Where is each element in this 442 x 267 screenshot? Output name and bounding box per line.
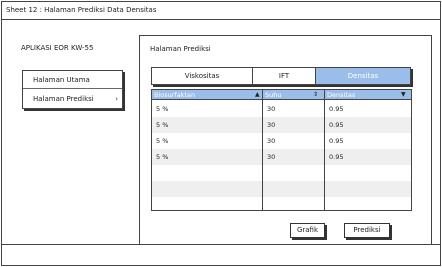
cell-biosurfaktan: 5 % [156, 153, 169, 161]
nav-item-halaman-prediksi[interactable]: Halaman Prediksi › [23, 90, 122, 108]
nav-item-halaman-utama[interactable]: Halaman Utama [23, 71, 122, 89]
table-row[interactable]: 5 % 30 0.95 [152, 133, 411, 149]
window-title: Sheet 12 : Halaman Prediksi Data Densita… [2, 2, 440, 20]
tab-bar: Viskositas IFT Densitas [151, 67, 411, 85]
cell-densitas: 0.95 [329, 153, 344, 161]
table-row[interactable]: 5 % 30 0.95 [152, 149, 411, 165]
table-row[interactable]: 5 % 30 0.95 [152, 117, 411, 133]
cell-densitas: 0.95 [329, 137, 344, 145]
column-header-biosurfaktan[interactable]: Biosurfaktan [152, 90, 262, 100]
cell-biosurfaktan: 5 % [156, 121, 169, 129]
cell-suhu: 30 [267, 121, 276, 129]
sort-toggle-icon[interactable]: ⇕ [313, 90, 318, 100]
data-table: Biosurfaktan ▲ Suhu ⇕ Densitas ▼ 5 % 30 … [151, 89, 412, 211]
cell-suhu: 30 [267, 137, 276, 145]
cell-densitas [325, 181, 329, 197]
cell-densitas: 0.95 [329, 105, 344, 113]
cell-biosurfaktan [152, 165, 156, 181]
sort-ascending-icon[interactable]: ▲ [255, 90, 260, 100]
tab-ift[interactable]: IFT [253, 68, 316, 84]
status-divider [2, 244, 440, 245]
cell-densitas [325, 165, 329, 181]
table-row[interactable] [152, 181, 411, 197]
chevron-right-icon: › [115, 95, 118, 103]
column-label: Biosurfaktan [154, 91, 196, 99]
app-title: APLIKASI EOR KW-55 [21, 44, 94, 52]
cell-biosurfaktan: 5 % [156, 137, 169, 145]
cell-suhu [263, 181, 267, 197]
column-label: Suhu [265, 91, 282, 99]
column-label: Densitas [327, 91, 356, 99]
sidebar-nav: Halaman Utama Halaman Prediksi › [22, 70, 123, 109]
cell-densitas: 0.95 [329, 121, 344, 129]
prediction-panel: Halaman Prediksi Viskositas IFT Densitas… [139, 35, 432, 244]
app-window: Sheet 12 : Halaman Prediksi Data Densita… [1, 1, 441, 266]
column-header-densitas[interactable]: Densitas [325, 90, 411, 100]
column-divider [324, 90, 325, 210]
nav-item-label: Halaman Prediksi [33, 95, 94, 103]
table-header: Biosurfaktan ▲ Suhu ⇕ Densitas ▼ [152, 90, 411, 100]
cell-biosurfaktan: 5 % [156, 105, 169, 113]
grafik-button[interactable]: Grafik [290, 223, 325, 238]
cell-suhu: 30 [267, 105, 276, 113]
panel-title: Halaman Prediksi [150, 45, 211, 53]
cell-biosurfaktan [152, 181, 156, 197]
tab-densitas[interactable]: Densitas [316, 68, 410, 84]
prediksi-button[interactable]: Prediksi [344, 223, 390, 238]
sort-descending-icon[interactable]: ▼ [401, 90, 406, 100]
tab-viskositas[interactable]: Viskositas [152, 68, 253, 84]
cell-suhu: 30 [267, 153, 276, 161]
nav-item-label: Halaman Utama [33, 76, 90, 84]
cell-suhu [263, 165, 267, 181]
table-row[interactable]: 5 % 30 0.95 [152, 101, 411, 117]
column-divider [262, 90, 263, 210]
table-row[interactable] [152, 165, 411, 181]
